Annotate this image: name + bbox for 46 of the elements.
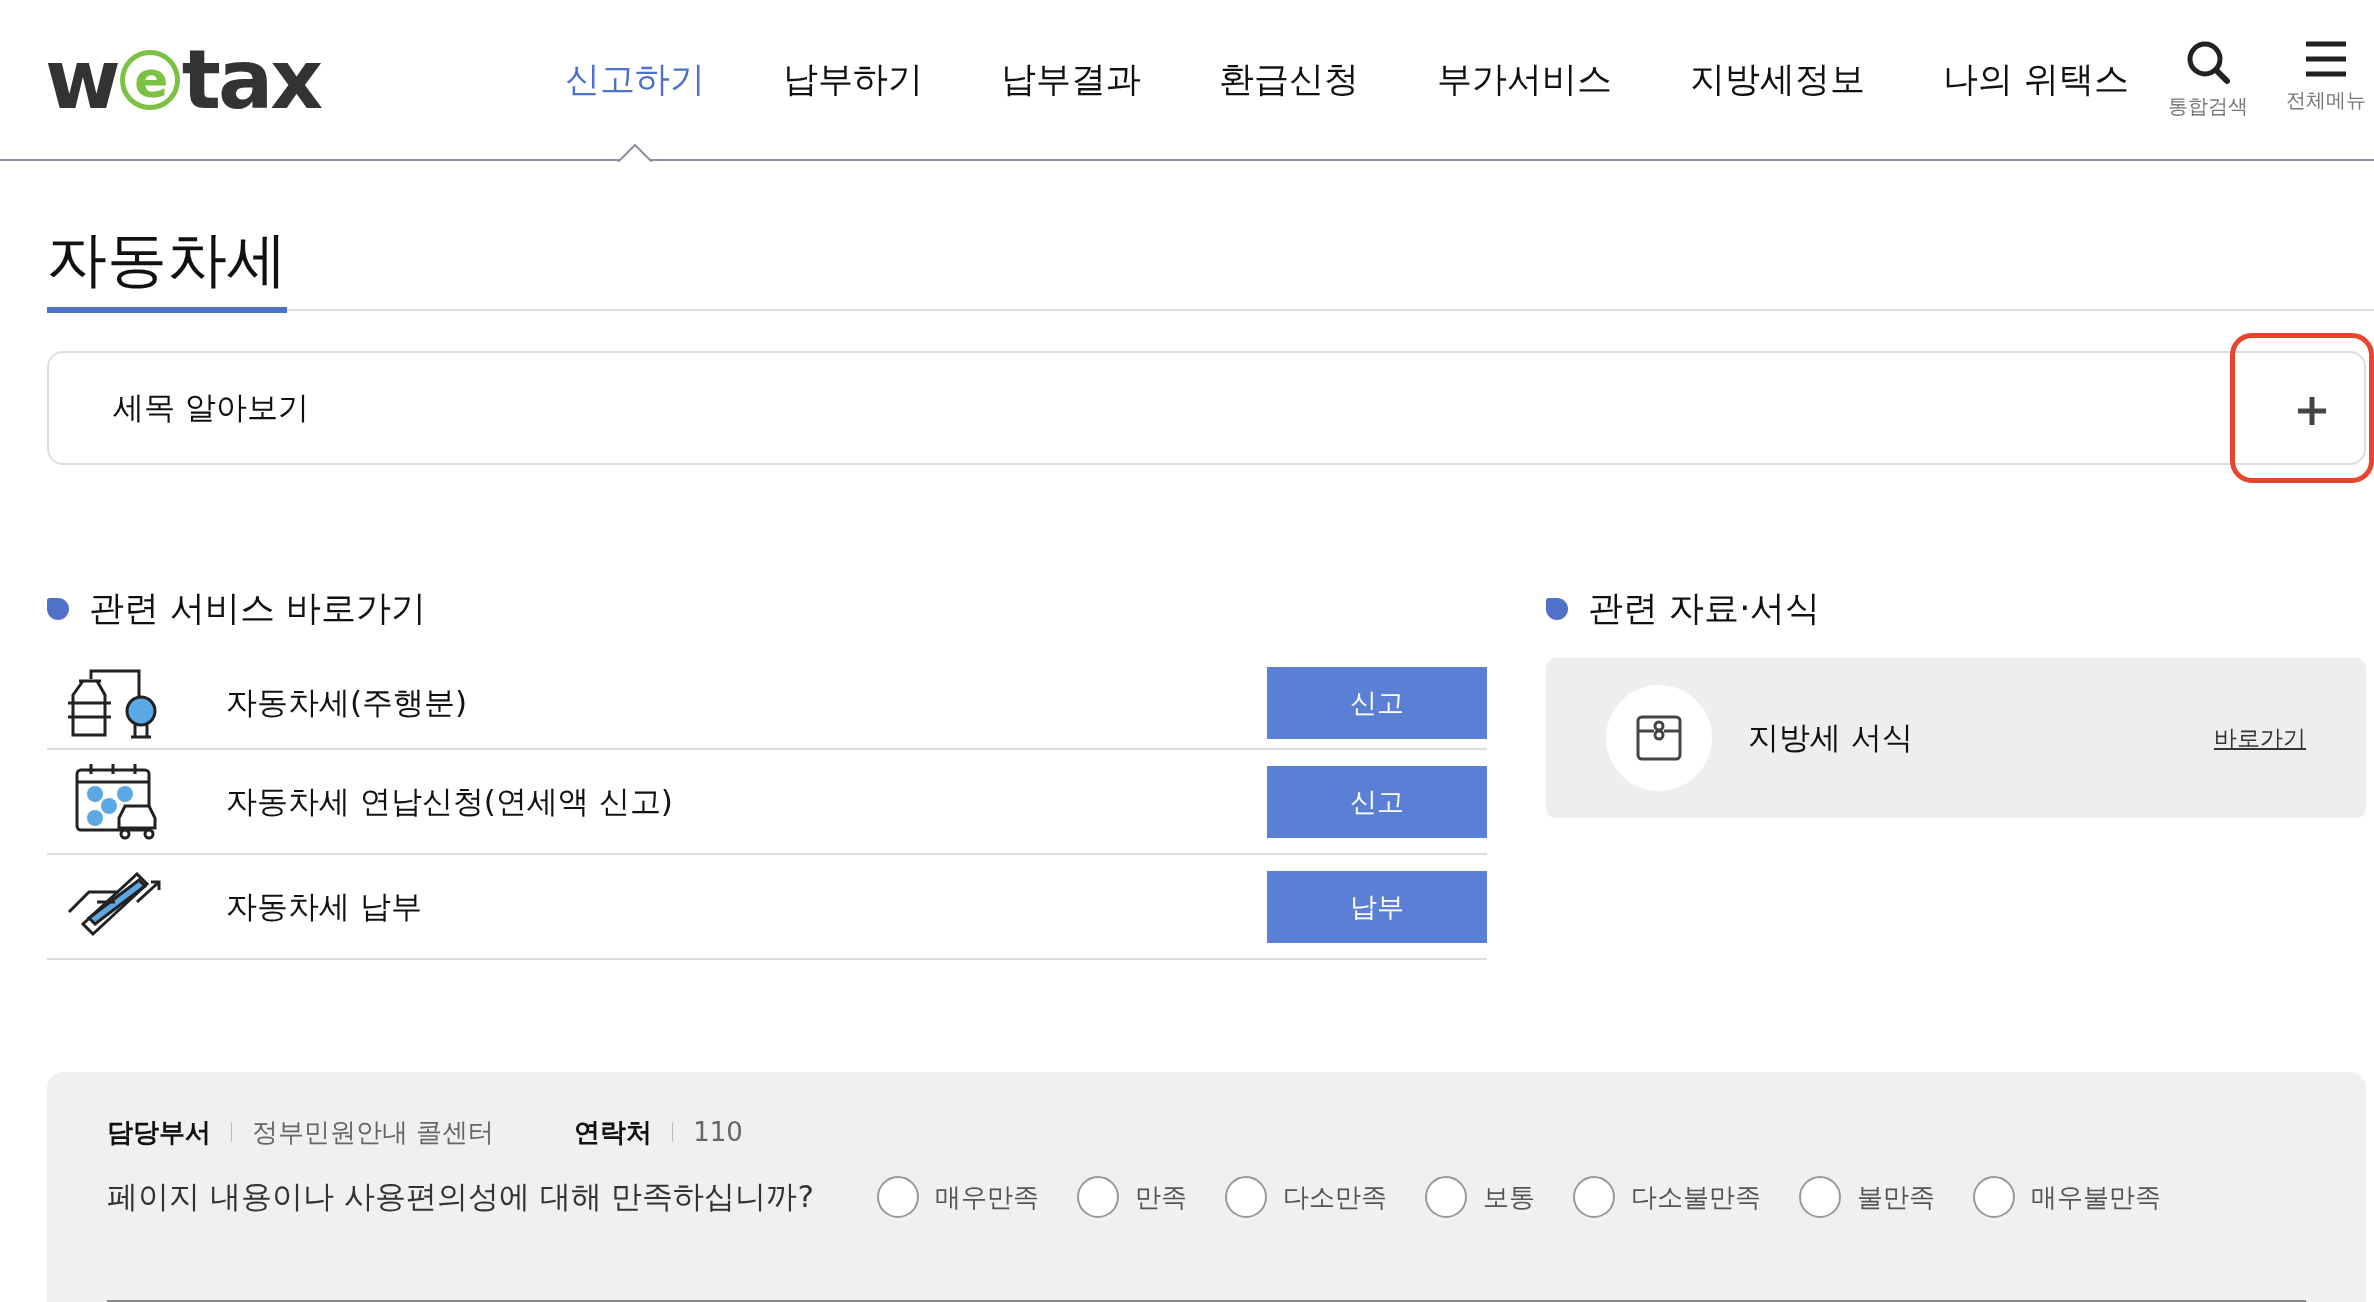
service-name: 자동차세 납부	[226, 886, 423, 926]
radio-button[interactable]	[877, 1176, 919, 1218]
option-label: 불만족	[1857, 1180, 1935, 1214]
radio-button[interactable]	[1425, 1176, 1467, 1218]
contact-value: 110	[693, 1117, 743, 1147]
radio-button[interactable]	[1799, 1176, 1841, 1218]
option-label: 매우만족	[935, 1180, 1039, 1214]
option-label: 만족	[1135, 1180, 1187, 1214]
nav-tab[interactable]: 나의 위택스	[1903, 0, 2168, 160]
field-label: 연락처	[574, 1115, 653, 1149]
nav-tab[interactable]: 지방세정보	[1650, 0, 1904, 160]
option-label: 보통	[1483, 1180, 1535, 1214]
radio-button[interactable]	[1225, 1176, 1267, 1218]
shortcut-link[interactable]: 바로가기	[2214, 722, 2306, 754]
menu-icon	[2304, 39, 2348, 79]
section-heading: 관련 서비스 바로가기	[89, 587, 427, 630]
service-button[interactable]: 신고	[1267, 765, 1487, 838]
search-button[interactable]: 통합검색	[2168, 39, 2248, 120]
radio-button[interactable]	[1973, 1176, 2015, 1218]
department-value: 정부민원안내 콜센터	[252, 1115, 495, 1149]
nav-tab[interactable]: 납부하기	[743, 0, 962, 160]
search-icon	[2185, 39, 2231, 85]
nav-tab[interactable]: 납부결과	[961, 0, 1180, 160]
page-title: 자동차세	[47, 161, 287, 313]
nav-tab[interactable]: 신고하기	[525, 0, 744, 160]
menu-button[interactable]: 전체메뉴	[2286, 39, 2366, 120]
option-label: 매우불만족	[2031, 1180, 2161, 1214]
service-button[interactable]: 납부	[1267, 870, 1487, 943]
wetax-logo[interactable]: w e tax	[45, 32, 444, 127]
bullet-icon	[47, 597, 69, 620]
accordion-header[interactable]: 세목 알아보기	[47, 351, 2366, 465]
service-name: 자동차세 연납신청(연세액 신고)	[226, 781, 674, 821]
option-label: 다소만족	[1283, 1180, 1387, 1214]
survey-question: 페이지 내용이나 사용편의성에 대해 만족하십니까?	[107, 1177, 815, 1216]
resource-name: 지방세 서식	[1748, 718, 1914, 757]
accordion-label: 세목 알아보기	[113, 388, 309, 427]
radio-button[interactable]	[1077, 1176, 1119, 1218]
field-label: 담당부서	[107, 1115, 211, 1149]
radio-button[interactable]	[1573, 1176, 1615, 1218]
service-name: 자동차세(주행분)	[226, 683, 469, 722]
nav-tab[interactable]: 환급신청	[1179, 0, 1398, 160]
section-heading: 관련 자료·서식	[1588, 587, 1821, 630]
nav-tab[interactable]: 부가서비스	[1397, 0, 1651, 160]
bullet-icon	[1546, 597, 1568, 620]
option-label: 다소불만족	[1631, 1180, 1761, 1214]
service-button[interactable]: 신고	[1267, 667, 1487, 739]
